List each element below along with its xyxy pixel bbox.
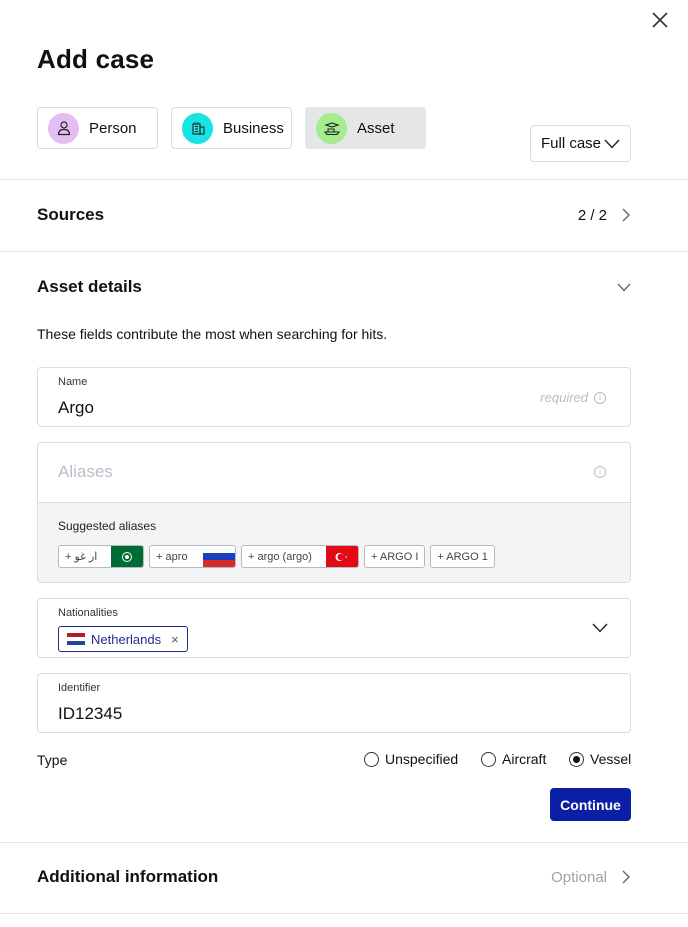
turkey-flag-icon <box>326 546 358 567</box>
identifier-field[interactable]: Identifier ID12345 <box>37 673 631 733</box>
chevron-down-icon <box>604 139 620 149</box>
suggested-alias-text: + ARGO I <box>371 550 419 563</box>
netherlands-flag-icon <box>67 633 85 645</box>
divider <box>0 913 688 914</box>
name-field-value: Argo <box>58 398 94 417</box>
suggested-alias-chip[interactable]: + ار غو <box>58 545 144 568</box>
identifier-value: ID12345 <box>58 704 123 723</box>
suggested-alias-chip[interactable]: + ARGO I <box>364 545 426 568</box>
type-option-label: Vessel <box>590 751 632 767</box>
tab-person-label: Person <box>89 119 137 137</box>
aliases-input[interactable]: Aliases i <box>38 443 630 503</box>
radio-unselected[interactable] <box>481 751 496 767</box>
info-icon[interactable]: i <box>594 391 606 404</box>
tab-business[interactable]: Business <box>171 107 292 149</box>
nationalities-label: Nationalities <box>58 607 118 619</box>
tab-asset-label: Asset <box>357 119 395 137</box>
additional-information-title: Additional information <box>37 867 219 886</box>
sources-count: 2 / 2 <box>577 206 607 224</box>
building-icon <box>182 112 213 144</box>
case-scope-select[interactable]: Full case <box>530 125 631 162</box>
aliases-placeholder: Aliases <box>58 462 113 481</box>
russia-flag-icon <box>203 546 235 567</box>
page-title: Add case <box>37 44 155 74</box>
sources-section[interactable]: Sources 2 / 2 <box>37 203 631 227</box>
nationality-chip[interactable]: Netherlands × <box>58 626 188 652</box>
aliases-field: Aliases i Suggested aliases + ار غو + ар… <box>37 442 631 583</box>
required-text: required <box>540 390 588 405</box>
chevron-down-icon <box>617 283 631 292</box>
divider <box>0 251 688 252</box>
type-label: Type <box>37 752 68 768</box>
suggested-alias-chip[interactable]: + argo (argo) <box>241 545 359 568</box>
name-field[interactable]: Name Argo required i <box>37 367 631 427</box>
type-option-label: Aircraft <box>502 751 547 767</box>
suggested-alias-text: + ARGO 1 <box>437 550 488 563</box>
chevron-down-icon[interactable] <box>592 623 608 633</box>
divider <box>0 179 688 180</box>
tab-business-label: Business <box>223 119 284 137</box>
suggested-alias-chip[interactable]: + арго <box>149 545 236 568</box>
asset-icon <box>316 112 347 144</box>
chevron-right-icon <box>622 208 630 222</box>
identifier-label: Identifier <box>58 682 101 694</box>
remove-nationality-icon[interactable]: × <box>171 632 179 647</box>
sources-title: Sources <box>37 205 105 224</box>
type-radio-vessel[interactable]: Vessel <box>569 751 631 767</box>
suggested-alias-text: + ار غو <box>65 551 98 563</box>
close-icon <box>652 12 668 28</box>
additional-information-section[interactable]: Additional information Optional <box>37 865 631 889</box>
type-option-label: Unspecified <box>385 751 459 767</box>
asset-details-title: Asset details <box>37 277 142 296</box>
suggested-alias-chip[interactable]: + ARGO 1 <box>430 545 495 568</box>
radio-selected[interactable] <box>569 751 584 767</box>
tab-asset[interactable]: Asset <box>305 107 426 149</box>
type-radio-unspecified[interactable]: Unspecified <box>364 751 458 767</box>
info-icon[interactable]: i <box>594 466 606 478</box>
required-indicator: required i <box>540 390 606 405</box>
suggested-aliases-list: + ار غو + арго + argo (argo) + ARGO I + … <box>58 545 495 568</box>
entity-type-tabs: Person Business Asset <box>37 107 426 149</box>
nationality-chip-label: Netherlands <box>91 631 162 647</box>
suggested-alias-text: + argo (argo) <box>248 550 312 563</box>
continue-button[interactable]: Continue <box>550 788 631 821</box>
nationalities-field[interactable]: Nationalities Netherlands × <box>37 598 631 658</box>
asset-details-hint: These fields contribute the most when se… <box>37 326 388 342</box>
asset-details-header[interactable]: Asset details <box>37 275 631 299</box>
tab-person[interactable]: Person <box>37 107 158 149</box>
suggested-alias-text: + арго <box>156 550 188 563</box>
radio-unselected[interactable] <box>364 751 379 767</box>
suggested-aliases-label: Suggested aliases <box>58 519 157 533</box>
suggested-aliases-panel: Suggested aliases + ار غو + арго + argo … <box>38 503 630 582</box>
saudi-arabia-flag-icon <box>111 546 143 567</box>
chevron-right-icon <box>622 870 630 884</box>
optional-label: Optional <box>551 868 607 886</box>
divider <box>0 842 688 843</box>
person-icon <box>48 112 79 144</box>
name-field-label: Name <box>58 376 88 388</box>
type-radio-aircraft[interactable]: Aircraft <box>481 751 546 767</box>
close-button[interactable] <box>648 8 672 32</box>
case-scope-value: Full case <box>541 135 602 152</box>
